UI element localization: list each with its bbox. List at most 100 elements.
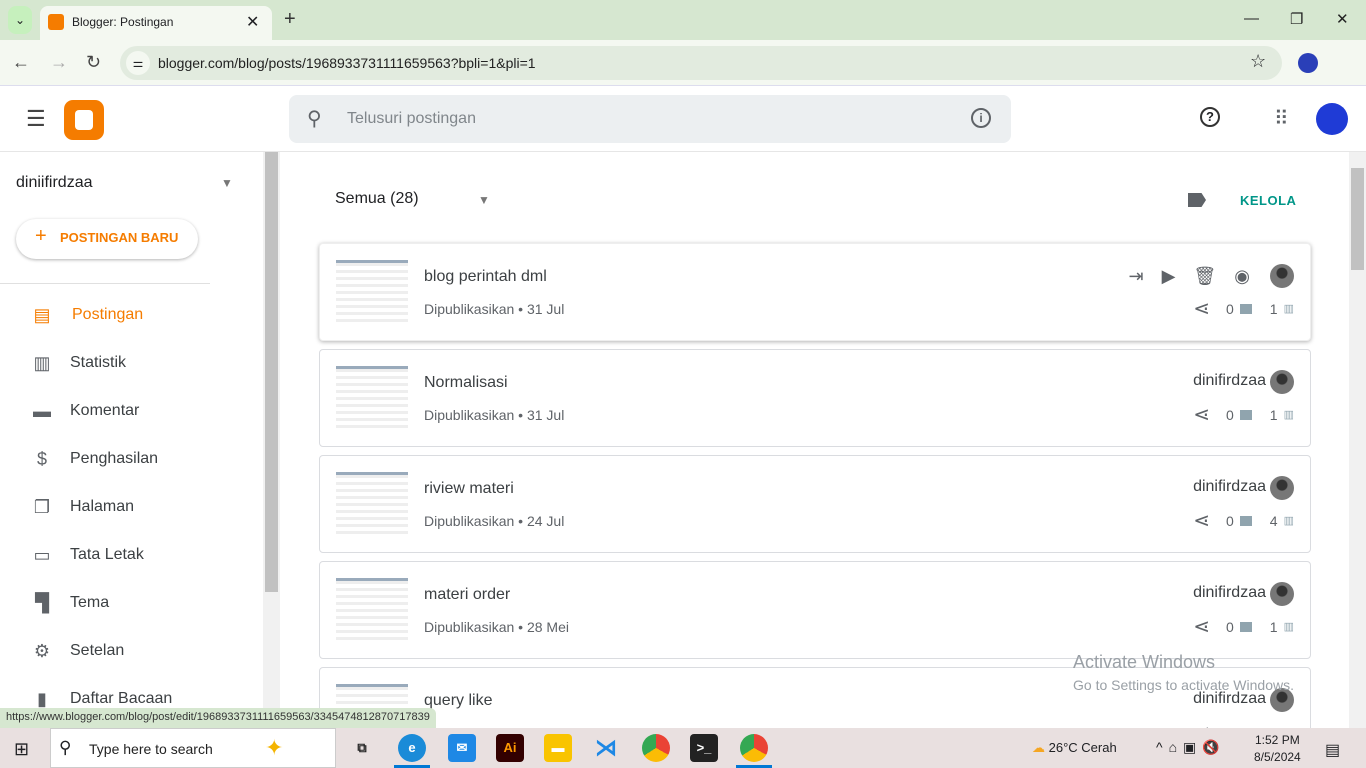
browser-profile-avatar[interactable] bbox=[1298, 53, 1318, 73]
label-icon[interactable] bbox=[1188, 193, 1206, 207]
vscode-icon[interactable]: ⋊ bbox=[592, 734, 620, 762]
search-icon: ⚲ bbox=[307, 108, 322, 130]
blogger-favicon bbox=[48, 14, 64, 30]
label-icon[interactable]: ▶ bbox=[1162, 266, 1176, 287]
comment-icon bbox=[1239, 621, 1252, 632]
view-count: 1 bbox=[1269, 618, 1278, 635]
tab-search-button[interactable]: ⌄ bbox=[8, 6, 32, 34]
browser-tab[interactable]: Blogger: Postingan ✕ bbox=[40, 6, 272, 40]
post-title[interactable]: blog perintah dml bbox=[424, 268, 547, 286]
hamburger-menu-icon[interactable]: ☰ bbox=[26, 106, 46, 132]
stats-icon: ▥ bbox=[1283, 303, 1294, 315]
post-thumbnail bbox=[336, 578, 408, 642]
weather-widget[interactable]: ☁ 26°C Cerah bbox=[1032, 740, 1117, 756]
info-icon[interactable]: i bbox=[971, 108, 991, 128]
main-scrollbar[interactable] bbox=[1349, 152, 1366, 728]
sidebar-item-postingan[interactable]: ▤ Postingan bbox=[0, 295, 263, 335]
new-post-label: POSTINGAN BARU bbox=[60, 230, 179, 245]
sidebar-item-label: Postingan bbox=[72, 306, 144, 323]
manage-labels-button[interactable]: KELOLA bbox=[1240, 193, 1296, 208]
restore-button[interactable]: ❐ bbox=[1290, 10, 1303, 28]
post-filter[interactable]: Semua (28) bbox=[335, 190, 419, 208]
share-icon[interactable]: ⋖ bbox=[1193, 508, 1210, 533]
comment-count: 0 bbox=[1226, 618, 1234, 635]
sidebar-scrollbar[interactable] bbox=[263, 152, 280, 712]
sidebar-item-statistik[interactable]: ▥ Statistik bbox=[0, 343, 263, 383]
chrome-active-icon[interactable] bbox=[740, 734, 768, 762]
post-thumbnail bbox=[336, 260, 408, 324]
post-row[interactable]: Normalisasi Dipublikasikan • 31 Jul dini… bbox=[319, 349, 1311, 447]
sparkle-icon: ✦ bbox=[265, 735, 284, 760]
post-row[interactable]: materi order Dipublikasikan • 28 Mei din… bbox=[319, 561, 1311, 659]
view-count: 4 bbox=[1269, 512, 1278, 529]
comment-count: 0 bbox=[1226, 300, 1234, 317]
close-tab-icon[interactable]: ✕ bbox=[246, 12, 259, 32]
post-title[interactable]: riview materi bbox=[424, 480, 514, 498]
back-button[interactable]: ← bbox=[12, 52, 30, 73]
system-tray[interactable]: ^⌂▣🔇 bbox=[1156, 739, 1226, 756]
share-icon[interactable]: ⋖ bbox=[1193, 614, 1210, 639]
post-title[interactable]: query like bbox=[424, 692, 492, 710]
edge-icon[interactable]: e bbox=[398, 734, 426, 762]
search-input[interactable]: Telusuri postingan bbox=[347, 110, 476, 128]
file-explorer-icon[interactable]: ▬ bbox=[544, 734, 572, 762]
terminal-icon[interactable]: >_ bbox=[690, 734, 718, 762]
taskbar-search[interactable]: ⚲ Type here to search ✦ bbox=[50, 728, 336, 768]
trash-icon[interactable]: 🗑 bbox=[1193, 266, 1216, 287]
divider bbox=[0, 283, 210, 284]
task-view-icon[interactable]: ⧉ bbox=[348, 734, 376, 762]
author-avatar bbox=[1270, 476, 1294, 500]
sidebar-item-halaman[interactable]: ❐ Halaman bbox=[0, 487, 263, 527]
sidebar-item-komentar[interactable]: ▬ Komentar bbox=[0, 391, 263, 431]
weather-text: 26°C Cerah bbox=[1048, 740, 1117, 755]
share-icon[interactable]: ⋖ bbox=[1193, 402, 1210, 427]
apps-grid-icon[interactable]: ⠿ bbox=[1274, 106, 1289, 131]
blog-selector[interactable]: diniifirdzaa bbox=[16, 174, 92, 192]
dollar-icon: $ bbox=[36, 449, 47, 469]
clock[interactable]: 1:52 PM 8/5/2024 bbox=[1254, 732, 1301, 766]
blogger-logo[interactable] bbox=[64, 100, 104, 140]
new-post-button[interactable]: + POSTINGAN BARU bbox=[16, 219, 198, 259]
comment-count: 0 bbox=[1226, 512, 1234, 529]
reload-button[interactable]: ↻ bbox=[86, 52, 101, 73]
help-icon[interactable]: ? bbox=[1200, 107, 1220, 127]
windows-start-icon[interactable]: ⊞ bbox=[14, 739, 29, 760]
tab-title: Blogger: Postingan bbox=[72, 15, 174, 29]
sidebar-item-penghasilan[interactable]: $ Penghasilan bbox=[0, 439, 263, 479]
post-thumbnail bbox=[336, 472, 408, 536]
post-row[interactable]: riview materi Dipublikasikan • 24 Jul di… bbox=[319, 455, 1311, 553]
sidebar-item-setelan[interactable]: ⚙ Setelan bbox=[0, 631, 263, 671]
account-avatar[interactable] bbox=[1316, 103, 1348, 135]
eye-icon[interactable]: ◉ bbox=[1234, 266, 1250, 287]
illustrator-icon[interactable]: Ai bbox=[496, 734, 524, 762]
minimize-button[interactable]: — bbox=[1244, 10, 1259, 27]
bookmark-star-icon[interactable]: ☆ bbox=[1250, 51, 1266, 72]
share-icon[interactable]: ⋖ bbox=[1193, 296, 1210, 321]
layout-icon: ▭ bbox=[33, 545, 51, 565]
search-bar[interactable]: ⚲ Telusuri postingan i bbox=[289, 95, 1011, 143]
mail-icon[interactable]: ✉ bbox=[448, 734, 476, 762]
chrome-icon[interactable] bbox=[642, 734, 670, 762]
share-to-icon[interactable]: ⇥ bbox=[1128, 266, 1143, 287]
sidebar-item-tata-letak[interactable]: ▭ Tata Letak bbox=[0, 535, 263, 575]
sidebar-item-tema[interactable]: ▜ Tema bbox=[0, 583, 263, 623]
chevron-down-icon[interactable]: ▼ bbox=[478, 193, 490, 207]
close-window-button[interactable]: ✕ bbox=[1336, 10, 1349, 28]
address-bar[interactable]: ⚌ blogger.com/blog/posts/196893373111165… bbox=[120, 46, 1282, 80]
post-title[interactable]: Normalisasi bbox=[424, 374, 508, 392]
posts-icon: ▤ bbox=[33, 305, 51, 325]
post-title[interactable]: materi order bbox=[424, 586, 510, 604]
taskbar-search-input[interactable]: Type here to search bbox=[89, 741, 213, 757]
site-info-icon[interactable]: ⚌ bbox=[126, 51, 150, 75]
comment-count: 0 bbox=[1226, 406, 1234, 423]
url-text[interactable]: blogger.com/blog/posts/19689337311116595… bbox=[158, 55, 536, 71]
sidebar-item-label: Setelan bbox=[70, 642, 125, 659]
notification-icon[interactable]: ▤ bbox=[1325, 740, 1340, 760]
comment-icon bbox=[1239, 409, 1252, 420]
paint-roller-icon: ▜ bbox=[35, 593, 49, 613]
forward-button[interactable]: → bbox=[50, 52, 68, 73]
chevron-down-icon[interactable]: ▼ bbox=[221, 176, 233, 190]
post-row[interactable]: blog perintah dml Dipublikasikan • 31 Ju… bbox=[319, 243, 1311, 341]
activation-watermark-sub: Go to Settings to activate Windows. bbox=[1073, 677, 1294, 693]
new-tab-button[interactable]: + bbox=[284, 8, 296, 31]
